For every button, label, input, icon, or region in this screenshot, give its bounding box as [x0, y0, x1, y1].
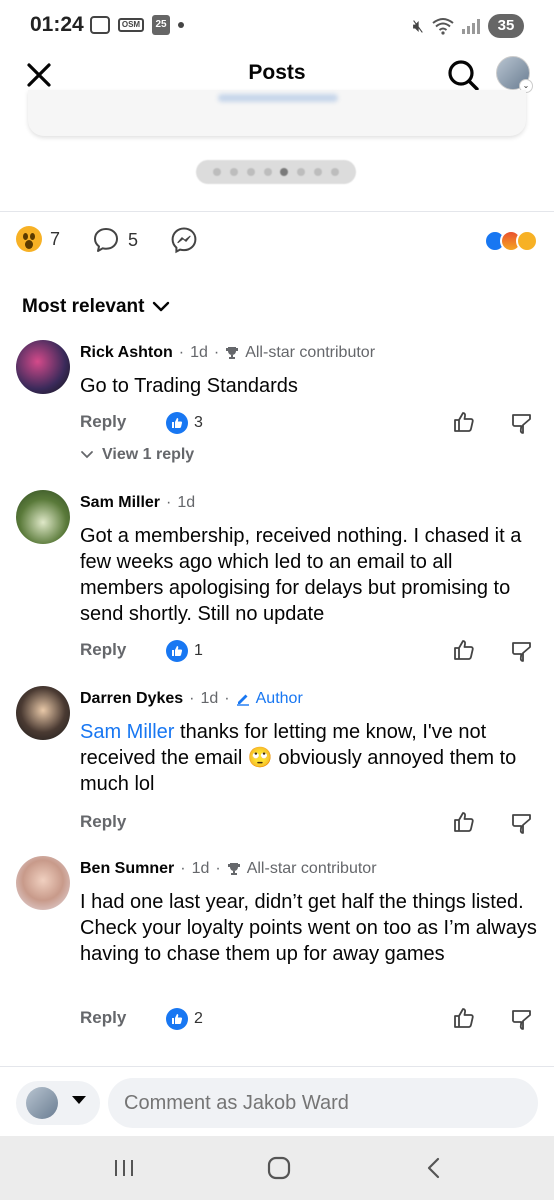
back-icon[interactable]	[420, 1154, 448, 1182]
comment-text: Got a membership, received nothing. I ch…	[80, 525, 522, 625]
mention-link[interactable]: Sam Miller	[80, 721, 174, 743]
calendar-icon: 25	[152, 15, 170, 35]
like-icon	[166, 1008, 188, 1030]
commenter-name[interactable]: Rick Ashton	[80, 344, 173, 362]
avatar[interactable]	[16, 686, 70, 740]
avatar[interactable]	[16, 856, 70, 910]
reaction-summary[interactable]	[484, 230, 538, 252]
blurred-link	[218, 94, 338, 102]
wow-icon	[516, 230, 538, 252]
badge-label: All-star contributor	[246, 860, 377, 877]
carousel-indicator	[196, 160, 356, 184]
comment-text: Go to Trading Standards	[80, 375, 298, 397]
like-icon	[166, 640, 188, 662]
eye-roll-emoji: 🙄	[247, 747, 273, 769]
downvote-icon[interactable]	[510, 1008, 534, 1032]
upvote-icon[interactable]	[452, 638, 476, 662]
badge-label: All-star contributor	[245, 344, 376, 361]
view-replies-label: View 1 reply	[102, 446, 195, 463]
comment-header: Rick Ashton · 1d · All-star contributor	[80, 344, 376, 362]
wow-reaction-button[interactable]: 7	[16, 226, 60, 252]
avatar	[26, 1087, 58, 1119]
comment-text: I had one last year, didn’t get half the…	[80, 891, 537, 965]
pencil-icon	[236, 694, 249, 706]
comment-input[interactable]	[108, 1078, 538, 1128]
comment-icon	[94, 228, 118, 252]
comment-actions: Reply 2	[80, 1008, 536, 1036]
comment-like-count[interactable]: 2	[166, 1008, 203, 1030]
comment-time[interactable]: 1d	[201, 690, 219, 708]
reply-button[interactable]: Reply	[80, 1008, 126, 1028]
caret-down-icon	[72, 1096, 86, 1104]
comment-actions: Reply	[80, 812, 536, 840]
post-preview-card[interactable]	[28, 90, 526, 136]
author-badge: Author	[255, 690, 303, 707]
comment-header: Ben Sumner · 1d · All-star contributor	[80, 860, 377, 878]
like-count: 3	[194, 414, 203, 431]
upvote-icon[interactable]	[452, 410, 476, 434]
commenter-name[interactable]: Ben Sumner	[80, 860, 174, 878]
more-notifications-dot-icon	[178, 22, 184, 28]
chevron-down-icon	[153, 301, 170, 312]
comment-button[interactable]: 5	[92, 226, 138, 254]
comment-like-count[interactable]: 3	[166, 412, 203, 434]
wow-icon	[16, 226, 42, 252]
wifi-icon	[432, 18, 454, 35]
comment-like-count[interactable]: 1	[166, 640, 203, 662]
reply-button[interactable]: Reply	[80, 812, 126, 832]
comment-time[interactable]: 1d	[190, 344, 208, 362]
comment-composer	[0, 1066, 554, 1136]
comment-time[interactable]: 1d	[192, 860, 210, 878]
comment-as-profile-switcher[interactable]	[16, 1081, 100, 1125]
downvote-icon[interactable]	[510, 812, 534, 836]
avatar[interactable]	[16, 340, 70, 394]
recent-apps-icon[interactable]	[110, 1154, 138, 1182]
upvote-icon[interactable]	[452, 810, 476, 834]
comment-header: Sam Miller · 1d	[80, 494, 196, 512]
status-notification-icons: OSM 25	[90, 15, 184, 35]
view-replies-button[interactable]: View 1 reply	[80, 446, 194, 464]
messenger-icon	[171, 227, 197, 254]
profile-avatar[interactable]: ⌄	[496, 56, 533, 93]
commenter-name[interactable]: Sam Miller	[80, 494, 160, 512]
signal-icon	[462, 18, 480, 34]
system-navigation-bar	[0, 1136, 554, 1200]
trophy-icon	[227, 863, 240, 875]
reply-button[interactable]: Reply	[80, 640, 126, 660]
battery-icon: 35	[488, 14, 524, 38]
screenshot-icon	[90, 16, 110, 34]
avatar[interactable]	[16, 490, 70, 544]
comment-sort-dropdown[interactable]: Most relevant	[22, 296, 170, 318]
status-system-icons: 🔇︎ 35	[413, 14, 524, 38]
app-notification-icon: OSM	[118, 18, 144, 32]
comment-time[interactable]: 1d	[177, 494, 195, 512]
comment-text: Sam Miller thanks for letting me know, I…	[80, 719, 540, 797]
chevron-down-icon	[81, 451, 93, 459]
like-icon	[166, 412, 188, 434]
search-icon[interactable]	[444, 56, 482, 94]
downvote-icon[interactable]	[510, 412, 534, 436]
status-bar: 01:24 OSM 25 🔇︎ 35	[0, 0, 554, 50]
sort-label: Most relevant	[22, 296, 145, 317]
divider	[0, 211, 554, 212]
comment-actions: Reply 1	[80, 640, 536, 668]
post-reactions-row: 7 5	[0, 222, 554, 262]
mute-icon: 🔇︎	[412, 15, 424, 36]
reply-button[interactable]: Reply	[80, 412, 126, 432]
home-icon[interactable]	[265, 1154, 293, 1182]
comment-header: Darren Dykes · 1d · Author	[80, 690, 303, 708]
downvote-icon[interactable]	[510, 640, 534, 664]
comment-count: 5	[128, 229, 139, 250]
upvote-icon[interactable]	[452, 1006, 476, 1030]
status-time: 01:24	[30, 13, 84, 36]
commenter-name[interactable]: Darren Dykes	[80, 690, 183, 708]
like-count: 2	[194, 1010, 203, 1027]
comment-actions: Reply 3	[80, 412, 536, 440]
share-messenger-button[interactable]	[170, 226, 198, 254]
like-count: 1	[194, 642, 203, 659]
wow-count: 7	[50, 228, 61, 249]
trophy-icon	[226, 347, 239, 359]
